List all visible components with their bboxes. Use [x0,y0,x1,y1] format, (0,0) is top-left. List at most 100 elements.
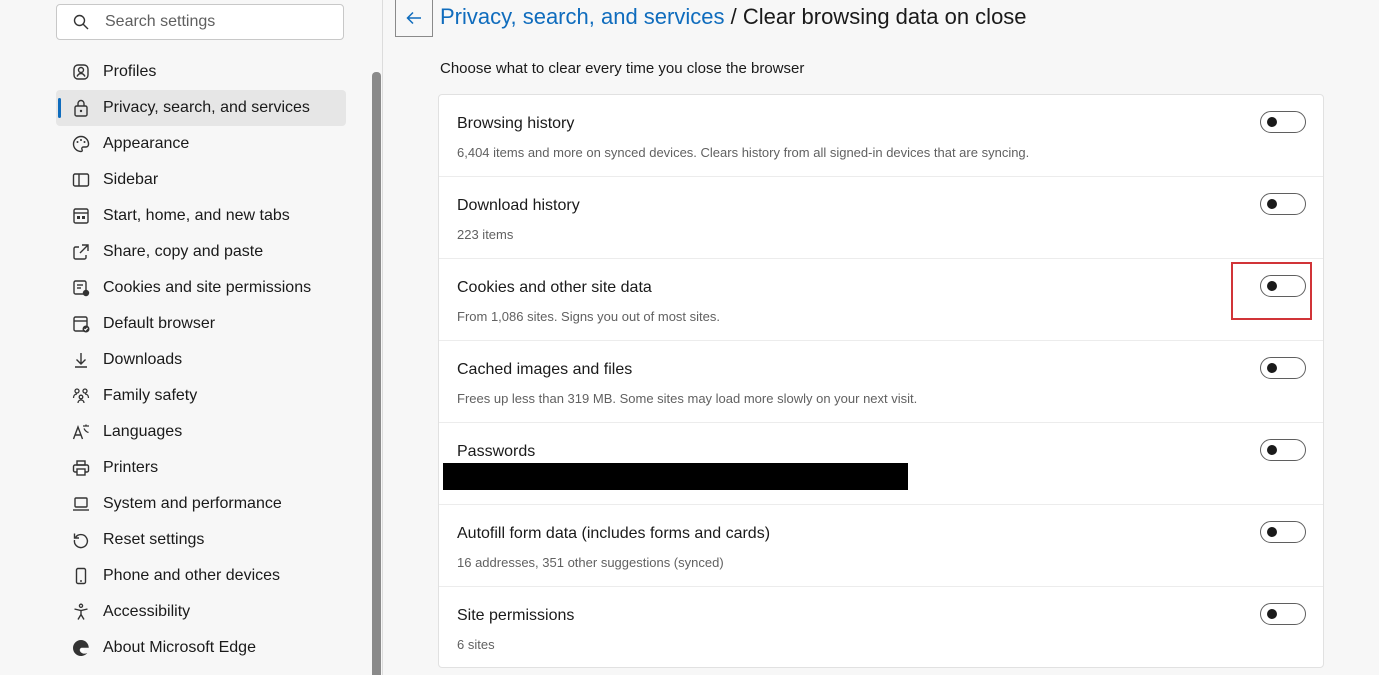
sidebar-item-default-browser[interactable]: Default browser [56,306,346,342]
option-description: 16 addresses, 351 other suggestions (syn… [457,555,724,570]
toggle-knob [1267,609,1277,619]
sidebar-item-label: Languages [103,423,183,440]
clear-data-options-card: Browsing history 6,404 items and more on… [438,94,1324,668]
sidebar-item-cookies[interactable]: Cookies and site permissions [56,270,346,306]
option-title: Cached images and files [457,361,633,378]
sidebar-item-family-safety[interactable]: Family safety [56,378,346,414]
sidebar-item-languages[interactable]: Languages [56,414,346,450]
option-title: Cookies and other site data [457,279,652,296]
palette-icon [71,134,91,154]
sidebar-item-printers[interactable]: Printers [56,450,346,486]
printer-icon [71,458,91,478]
option-row-browsing-history: Browsing history 6,404 items and more on… [439,95,1323,177]
sidebar-item-sidebar[interactable]: Sidebar [56,162,346,198]
reset-icon [71,530,91,550]
phone-icon [71,566,91,586]
download-history-toggle[interactable] [1260,193,1306,215]
laptop-icon [71,494,91,514]
home-tabs-icon [71,206,91,226]
sidebar-item-privacy[interactable]: Privacy, search, and services [56,90,346,126]
lock-icon [71,98,91,118]
passwords-toggle[interactable] [1260,439,1306,461]
sidebar-item-label: Start, home, and new tabs [103,207,290,224]
sidebar-item-label: Sidebar [103,171,159,188]
option-title: Browsing history [457,115,575,132]
browsing-history-toggle[interactable] [1260,111,1306,133]
back-arrow-icon [404,8,424,28]
search-box[interactable] [56,4,344,40]
option-row-site-permissions: Site permissions 6 sites [439,587,1323,669]
option-row-autofill: Autofill form data (includes forms and c… [439,505,1323,587]
search-icon [73,14,89,30]
download-icon [71,350,91,370]
sidebar-item-label: Cookies and site permissions [103,279,312,296]
languages-icon [71,422,91,442]
sidebar-item-appearance[interactable]: Appearance [56,126,346,162]
sidebar-item-label: Printers [103,459,159,476]
cached-images-toggle[interactable] [1260,357,1306,379]
page-subtitle: Choose what to clear every time you clos… [440,60,805,77]
option-row-cached-images: Cached images and files Frees up less th… [439,341,1323,423]
sidebar-item-phone[interactable]: Phone and other devices [56,558,346,594]
sidebar-item-downloads[interactable]: Downloads [56,342,346,378]
sidebar-item-about[interactable]: About Microsoft Edge [56,630,346,666]
default-browser-icon [71,314,91,334]
sidebar-item-label: System and performance [103,495,282,512]
redacted-block [443,463,908,490]
search-input[interactable] [105,13,325,31]
option-title: Site permissions [457,607,575,624]
option-row-download-history: Download history 223 items [439,177,1323,259]
sidebar-item-label: Share, copy and paste [103,243,264,260]
sidebar-item-share[interactable]: Share, copy and paste [56,234,346,270]
option-description: 6 sites [457,637,495,652]
option-description: Frees up less than 319 MB. Some sites ma… [457,391,918,406]
sidebar-item-label: Privacy, search, and services [103,99,310,116]
sidebar-icon [71,170,91,190]
autofill-toggle[interactable] [1260,521,1306,543]
toggle-knob [1267,445,1277,455]
breadcrumb-current: Clear browsing data on close [742,4,1027,29]
option-row-passwords: Passwords [439,423,1323,505]
sidebar-item-system[interactable]: System and performance [56,486,346,522]
toggle-knob [1267,117,1277,127]
sidebar-item-label: Accessibility [103,603,191,620]
sidebar-item-accessibility[interactable]: Accessibility [56,594,346,630]
settings-nav: Profiles Privacy, search, and services A… [56,54,346,666]
option-description: 6,404 items and more on synced devices. … [457,145,1030,160]
family-icon [71,386,91,406]
toggle-knob [1267,199,1277,209]
sidebar-scrollbar[interactable] [372,72,381,675]
cookies-toggle[interactable] [1260,275,1306,297]
breadcrumb-separator: / [724,4,743,29]
option-title: Autofill form data (includes forms and c… [457,525,771,542]
breadcrumb-link-privacy[interactable]: Privacy, search, and services [440,4,724,29]
option-description: From 1,086 sites. Signs you out of most … [457,309,721,324]
profile-icon [71,62,91,82]
sidebar-item-label: About Microsoft Edge [103,639,256,656]
sidebar-item-start-home[interactable]: Start, home, and new tabs [56,198,346,234]
sidebar-item-profiles[interactable]: Profiles [56,54,346,90]
option-title: Download history [457,197,580,214]
sidebar-item-label: Downloads [103,351,183,368]
accessibility-icon [71,602,91,622]
settings-sidebar: Profiles Privacy, search, and services A… [0,0,372,675]
back-button[interactable] [395,0,433,37]
pane-divider [382,0,383,675]
option-title: Passwords [457,443,536,460]
sidebar-item-label: Reset settings [103,531,205,548]
toggle-knob [1267,281,1277,291]
page-title: Privacy, search, and services / Clear br… [440,4,1027,30]
sidebar-item-label: Appearance [103,135,190,152]
option-row-cookies: Cookies and other site data From 1,086 s… [439,259,1323,341]
toggle-knob [1267,527,1277,537]
cookies-icon [71,278,91,298]
sidebar-item-label: Profiles [103,63,157,80]
site-permissions-toggle[interactable] [1260,603,1306,625]
sidebar-item-label: Family safety [103,387,198,404]
option-description: 223 items [457,227,514,242]
sidebar-item-reset[interactable]: Reset settings [56,522,346,558]
sidebar-item-label: Default browser [103,315,216,332]
share-icon [71,242,91,262]
sidebar-item-label: Phone and other devices [103,567,281,584]
edge-logo-icon [71,638,91,658]
